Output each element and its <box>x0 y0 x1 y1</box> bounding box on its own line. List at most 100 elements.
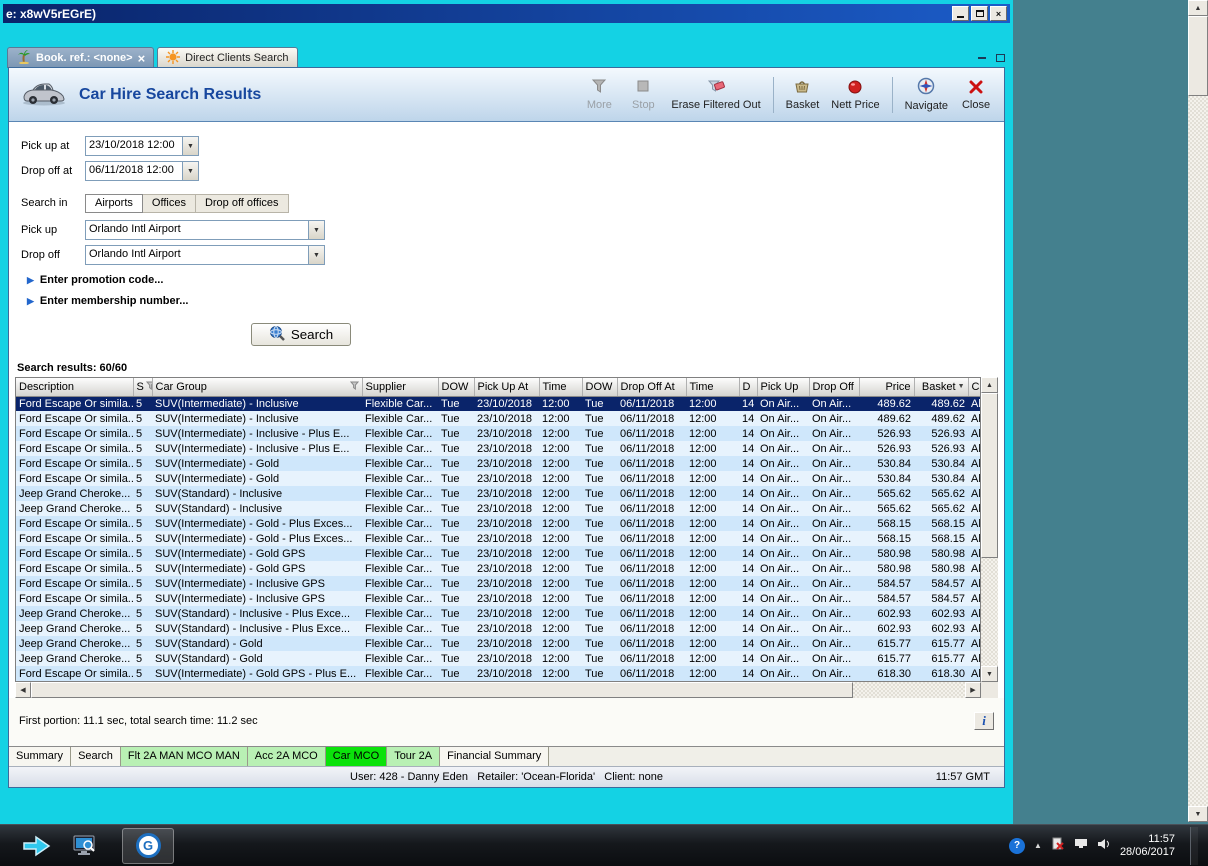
pickup-at-input[interactable]: 23/10/2018 12:00 ▼ <box>85 136 199 156</box>
col-supplier[interactable]: Supplier <box>362 378 439 397</box>
col-pickup-at[interactable]: Pick Up At <box>474 378 540 397</box>
table-row[interactable]: Ford Escape Or simila... 5 SUV(Intermediat… <box>16 591 980 606</box>
table-row[interactable]: Jeep Grand Cheroke... 5 SUV(Standard) - In… <box>16 606 980 621</box>
volume-icon[interactable] <box>1097 838 1111 853</box>
col-ca[interactable]: Ca▼ <box>968 378 980 397</box>
start-button[interactable] <box>12 827 62 865</box>
mdi-restore-icon[interactable] <box>993 51 1007 64</box>
scroll-left-button[interactable]: ◀ <box>15 682 31 698</box>
taskbar-clock[interactable]: 11:57 28/06/2017 <box>1120 833 1175 859</box>
dropoff-location-select[interactable]: Orlando Intl Airport ▼ <box>85 245 325 265</box>
tab-flt-2a-man-mco-man[interactable]: Flt 2A MAN MCO MAN <box>120 747 248 766</box>
table-row[interactable]: Ford Escape Or simila... 5 SUV(Intermediat… <box>16 666 980 681</box>
col-description[interactable]: Description <box>16 378 134 397</box>
nett-price-button[interactable]: Nett Price <box>831 78 880 111</box>
scroll-thumb[interactable] <box>981 393 998 558</box>
mdi-minimize-icon[interactable] <box>975 51 989 64</box>
col-seats[interactable]: S <box>133 378 153 397</box>
dropoff-at-input[interactable]: 06/11/2018 12:00 ▼ <box>85 161 199 181</box>
close-button[interactable]: Close <box>960 79 992 111</box>
tab-tour-2a[interactable]: Tour 2A <box>387 747 441 766</box>
tab-summary[interactable]: Summary <box>9 747 72 766</box>
col-dow-pickup[interactable]: DOW <box>438 378 475 397</box>
table-row[interactable]: Ford Escape Or simila... 5 SUV(Intermediat… <box>16 561 980 576</box>
table-row[interactable]: Ford Escape Or simila... 5 SUV(Intermediat… <box>16 411 980 426</box>
table-row[interactable]: Ford Escape Or simila... 5 SUV(Intermediat… <box>16 546 980 561</box>
basket-button[interactable]: Basket <box>786 78 819 111</box>
subtab-dropoff-offices[interactable]: Drop off offices <box>195 194 289 213</box>
col-car-group[interactable]: Car Group <box>152 378 363 397</box>
table-row[interactable]: Ford Escape Or simila... 5 SUV(Intermediat… <box>16 441 980 456</box>
tab-booking-ref[interactable]: Book. ref.: <none> × <box>7 47 155 68</box>
table-row[interactable]: Ford Escape Or simila... 5 SUV(Intermediat… <box>16 576 980 591</box>
col-dropoff-at[interactable]: Drop Off At <box>617 378 687 397</box>
table-row[interactable]: Jeep Grand Cheroke... 5 SUV(Standard) - In… <box>16 486 980 501</box>
subtab-airports[interactable]: Airports <box>85 194 143 213</box>
scroll-up-button[interactable]: ▲ <box>981 377 998 393</box>
pickup-location-select[interactable]: Orlando Intl Airport ▼ <box>85 220 325 240</box>
show-desktop-button[interactable] <box>1190 826 1198 865</box>
scroll-track[interactable] <box>981 393 998 666</box>
window-vertical-scrollbar[interactable]: ▲ ▼ <box>1188 0 1208 822</box>
table-row[interactable]: Jeep Grand Cheroke... 5 SUV(Standard) - In… <box>16 501 980 516</box>
tray-expand-icon[interactable]: ▲ <box>1034 841 1042 850</box>
more-button[interactable]: More <box>583 78 615 111</box>
filter-funnel-icon[interactable] <box>145 381 151 393</box>
tab-financial-summary[interactable]: Financial Summary <box>440 747 550 766</box>
info-button[interactable]: i <box>974 712 994 730</box>
sort-arrow-icon[interactable]: ▼ <box>958 383 965 390</box>
minimize-button[interactable] <box>952 6 969 21</box>
table-row[interactable]: Jeep Grand Cheroke... 5 SUV(Standard) - Go… <box>16 651 980 666</box>
scroll-track[interactable] <box>31 682 965 698</box>
col-dow-dropoff[interactable]: DOW <box>582 378 618 397</box>
stop-button[interactable]: Stop <box>627 78 659 111</box>
taskbar-active-app-button[interactable]: G <box>122 827 174 864</box>
col-days[interactable]: D <box>739 378 758 397</box>
table-row[interactable]: Ford Escape Or simila... 5 SUV(Intermediat… <box>16 531 980 546</box>
subtab-offices[interactable]: Offices <box>142 194 196 213</box>
maximize-button[interactable] <box>971 6 988 21</box>
table-row[interactable]: Jeep Grand Cheroke... 5 SUV(Standard) - Go… <box>16 636 980 651</box>
table-row[interactable]: Ford Escape Or simila... 5 SUV(Intermediat… <box>16 426 980 441</box>
table-row[interactable]: Jeep Grand Cheroke... 5 SUV(Standard) - In… <box>16 621 980 636</box>
scroll-down-button[interactable]: ▼ <box>981 666 998 682</box>
scroll-right-button[interactable]: ▶ <box>965 682 981 698</box>
table-vertical-scrollbar[interactable]: ▲ ▼ <box>981 377 998 682</box>
tab-car-mco[interactable]: Car MCO <box>325 747 388 766</box>
filter-funnel-icon[interactable] <box>349 381 359 393</box>
search-button[interactable]: Search <box>251 323 351 346</box>
scroll-thumb[interactable] <box>1188 16 1208 96</box>
col-time-pickup[interactable]: Time <box>539 378 583 397</box>
col-time-dropoff[interactable]: Time <box>686 378 740 397</box>
navigate-button[interactable]: Navigate <box>905 77 948 112</box>
tab-search[interactable]: Search <box>71 747 121 766</box>
membership-number-expander[interactable]: ▶ Enter membership number... <box>27 295 1004 307</box>
col-price[interactable]: Price <box>859 378 915 397</box>
chevron-down-icon[interactable]: ▼ <box>308 246 324 264</box>
window-titlebar[interactable]: e: x8wV5rEGrE) × <box>3 4 1010 23</box>
scroll-thumb[interactable] <box>31 682 853 698</box>
scroll-down-button[interactable]: ▼ <box>1188 806 1208 822</box>
table-row[interactable]: Ford Escape Or simila... 5 SUV(Intermediat… <box>16 471 980 486</box>
tab-direct-clients-search[interactable]: Direct Clients Search <box>157 47 298 68</box>
tab-close-icon[interactable]: × <box>138 52 146 65</box>
chevron-down-icon[interactable]: ▼ <box>308 221 324 239</box>
col-pickup-office[interactable]: Pick Up <box>757 378 810 397</box>
scroll-track[interactable] <box>1188 16 1208 806</box>
erase-filtered-out-button[interactable]: Erase Filtered Out <box>671 78 761 111</box>
promotion-code-expander[interactable]: ▶ Enter promotion code... <box>27 274 1004 286</box>
taskbar-search-app-button[interactable] <box>62 827 108 865</box>
col-basket[interactable]: Basket ▼ <box>914 378 969 397</box>
col-dropoff-office[interactable]: Drop Off <box>809 378 860 397</box>
scroll-up-button[interactable]: ▲ <box>1188 0 1208 16</box>
network-icon[interactable] <box>1074 838 1088 853</box>
tab-acc-2a-mco[interactable]: Acc 2A MCO <box>247 747 326 766</box>
close-window-button[interactable]: × <box>990 6 1007 21</box>
notification-error-icon[interactable] <box>1051 837 1065 854</box>
help-icon[interactable]: ? <box>1009 837 1026 854</box>
table-row[interactable]: Ford Escape Or simila... 5 SUV(Intermediat… <box>16 456 980 471</box>
table-row[interactable]: Ford Escape Or simila... 5 SUV(Intermediat… <box>16 396 980 411</box>
table-horizontal-scrollbar[interactable]: ◀ ▶ <box>15 682 998 698</box>
table-row[interactable]: Ford Escape Or simila... 5 SUV(Intermediat… <box>16 516 980 531</box>
chevron-down-icon[interactable]: ▼ <box>182 162 198 180</box>
